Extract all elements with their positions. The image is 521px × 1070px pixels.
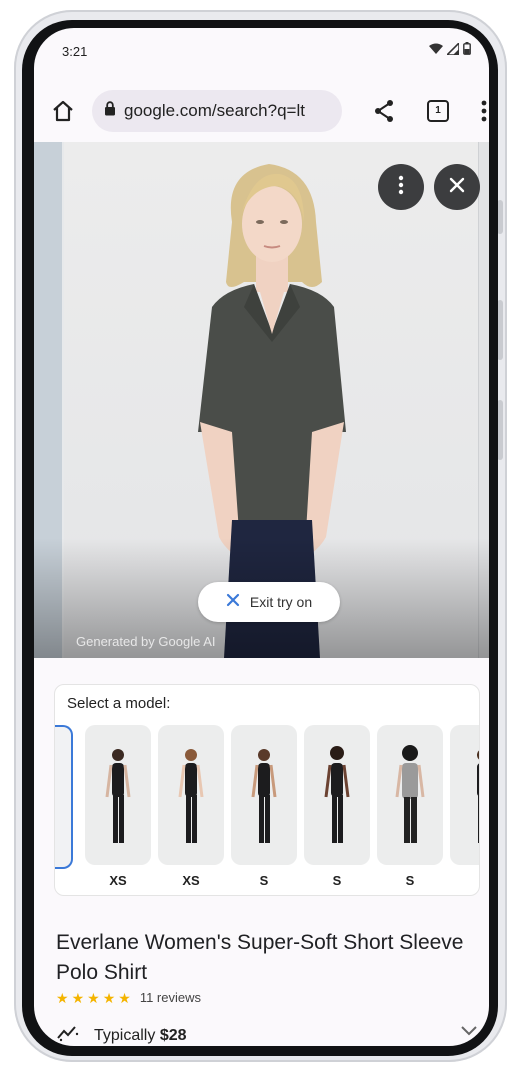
- price-row[interactable]: Typically $28: [56, 1024, 187, 1046]
- more-vert-icon[interactable]: [474, 98, 489, 124]
- exit-try-on-button[interactable]: Exit try on: [198, 582, 340, 622]
- more-options-button[interactable]: [378, 164, 424, 210]
- close-button[interactable]: [434, 164, 480, 210]
- screen: 3:21 google.com/search?q=lt 1 Exit try o…: [34, 28, 489, 1046]
- model-selector: Select a model: XS XS S S S: [54, 684, 480, 896]
- rating[interactable]: ★ ★ ★ ★ ★ 11 reviews: [56, 990, 201, 1005]
- status-icons: [429, 42, 471, 55]
- star-icon: ★: [118, 989, 131, 1006]
- signal-icon: [447, 42, 459, 55]
- more-vert-icon: [398, 175, 404, 200]
- trend-icon: [56, 1024, 80, 1046]
- model-tile[interactable]: [450, 725, 479, 865]
- exit-try-on-label: Exit try on: [249, 594, 313, 610]
- status-bar: 3:21: [34, 28, 489, 76]
- review-count: 11 reviews: [139, 990, 201, 1005]
- model-tile[interactable]: [231, 725, 297, 865]
- select-model-label: Select a model:: [67, 695, 171, 712]
- home-icon[interactable]: [50, 98, 76, 124]
- url-text: google.com/search?q=lt: [124, 101, 305, 120]
- star-icon: ★: [71, 989, 85, 1006]
- model-tile[interactable]: [377, 725, 443, 865]
- star-icon: ★: [102, 989, 116, 1006]
- product-title[interactable]: Everlane Women's Super-Soft Short Sleeve…: [56, 928, 476, 988]
- ai-generated-caption: Generated by Google AI: [76, 634, 216, 649]
- model-tile[interactable]: [85, 725, 151, 865]
- price-value: $28: [159, 1026, 187, 1044]
- lock-icon: [104, 101, 116, 121]
- close-icon: [449, 177, 465, 198]
- share-icon[interactable]: [372, 98, 396, 124]
- price-text: Typically $28: [94, 1027, 187, 1045]
- battery-icon: [463, 42, 471, 55]
- model-tile[interactable]: [158, 725, 224, 865]
- model-tile[interactable]: [304, 725, 370, 865]
- chevron-down-icon[interactable]: [460, 1024, 478, 1043]
- browser-toolbar: google.com/search?q=lt 1: [34, 84, 489, 138]
- star-icon: ★: [87, 989, 100, 1006]
- model-size-label: XS: [109, 873, 127, 888]
- close-icon: [226, 593, 240, 612]
- tabs-icon[interactable]: 1: [427, 100, 449, 122]
- try-on-image: Exit try on Generated by Google AI: [34, 142, 489, 658]
- model-size-label: S: [405, 873, 415, 888]
- model-tile-selected[interactable]: [55, 725, 73, 869]
- model-carousel[interactable]: XS XS S S S: [55, 725, 479, 888]
- price-prefix: Typically: [94, 1026, 156, 1044]
- model-size-label: XS: [182, 873, 200, 888]
- address-bar[interactable]: google.com/search?q=lt: [92, 90, 342, 132]
- model-size-label: S: [259, 873, 269, 888]
- star-icon: ★: [56, 989, 69, 1006]
- wifi-icon: [429, 43, 443, 55]
- status-time: 3:21: [62, 44, 88, 59]
- model-size-label: S: [332, 873, 342, 888]
